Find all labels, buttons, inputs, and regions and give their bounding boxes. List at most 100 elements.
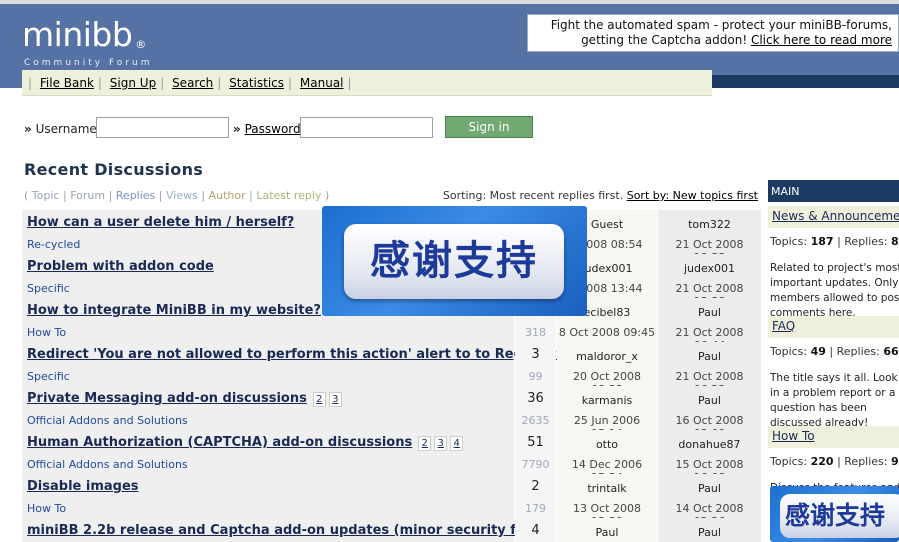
- legend-sep: |: [158, 189, 163, 202]
- column-legend: ( Topic | Forum | Replies | Views | Auth…: [24, 189, 329, 202]
- section-title: Recent Discussions: [24, 160, 204, 179]
- latest-reply-author: tom322: [688, 218, 731, 231]
- page-link[interactable]: 4: [450, 436, 464, 451]
- topic-cell: Disable images How To: [22, 474, 514, 518]
- sign-in-button[interactable]: Sign in: [445, 116, 533, 138]
- page-link[interactable]: 3: [434, 436, 448, 451]
- page-link[interactable]: 2: [312, 392, 326, 407]
- legend-latest-reply: Latest reply: [256, 189, 322, 202]
- site-header: minibb ® Community Forum Fight the automa…: [0, 4, 899, 71]
- latest-reply-cell: Paul14 Oct 2008 02:26: [658, 474, 761, 528]
- sidebar-forum-faq-link[interactable]: FAQ: [772, 319, 795, 333]
- stats-replies-label: Replies:: [844, 235, 888, 248]
- nav-statistics[interactable]: Statistics: [229, 76, 284, 90]
- view-count: 99: [528, 370, 543, 383]
- legend-author: Author: [208, 189, 246, 202]
- site-logo[interactable]: minibb ®: [22, 15, 146, 55]
- sidebar-forum-howto-link[interactable]: How To: [772, 429, 815, 443]
- topic-author: Paul: [595, 526, 619, 539]
- nav-separator: |: [97, 76, 102, 90]
- topic-forum: How To: [27, 502, 67, 515]
- reply-count: 2: [531, 479, 540, 494]
- logo-text: minibb: [22, 15, 133, 54]
- topic-title-link[interactable]: Redirect 'You are not allowed to perform…: [27, 347, 585, 362]
- latest-reply-cell: tom32221 Oct 2008 18:53: [658, 210, 761, 264]
- stats-replies-label: Replies:: [836, 345, 880, 358]
- nav-separator: |: [347, 76, 352, 90]
- topic-title-link[interactable]: Private Messaging add-on discussions: [27, 391, 307, 406]
- page-link[interactable]: 2: [418, 436, 432, 451]
- topic-forum: Specific: [27, 282, 70, 295]
- topic-forum: Official Addons and Solutions: [27, 414, 188, 427]
- nav-search[interactable]: Search: [172, 76, 213, 90]
- stats-replies-count: 892: [891, 235, 899, 248]
- stats-topics-label: Topics:: [770, 455, 808, 468]
- thanks-overlay-badge: 感谢支持: [322, 206, 587, 316]
- sidebar-header: MAIN: [768, 180, 899, 202]
- nav-file-bank[interactable]: File Bank: [40, 76, 94, 90]
- stats-topics-count: 220: [810, 455, 834, 468]
- topic-forum: Official Addons and Solutions: [27, 458, 188, 471]
- topic-title-link[interactable]: How to integrate MiniBB in my website?: [27, 303, 321, 318]
- legend-sep: |: [201, 189, 206, 202]
- nav-manual[interactable]: Manual: [300, 76, 344, 90]
- topic-author: otto: [595, 438, 619, 451]
- sidebar-forum-stats: Topics: 220 | Replies: 922: [770, 455, 899, 468]
- legend-open: (: [24, 189, 29, 202]
- sidebar-forum-item: News & Announcements: [768, 206, 899, 228]
- legend-sep: |: [108, 189, 113, 202]
- latest-reply-author: judex001: [683, 262, 736, 275]
- replies-cell: 36 2635: [515, 386, 556, 430]
- sidebar-forum-desc: The title says it all. Look in a problem…: [770, 372, 898, 429]
- latest-reply-cell: Paul: [658, 518, 761, 542]
- sidebar-forum-news-link[interactable]: News & Announcements: [772, 209, 899, 223]
- nav-separator: |: [160, 76, 165, 90]
- sort-new-topics-link[interactable]: Sort by: New topics first: [627, 189, 758, 202]
- reply-count: 36: [527, 391, 544, 406]
- sidebar-forum-desc: Related to project's most important upda…: [770, 262, 899, 319]
- stats-topics-label: Topics:: [770, 235, 808, 248]
- topic-pages: 234: [418, 436, 466, 451]
- promo-line-2: getting the Captcha addon! Click here to…: [528, 33, 892, 48]
- topic-title-link[interactable]: How can a user delete him / herself?: [27, 215, 294, 230]
- password-label-link[interactable]: Password: [245, 122, 301, 136]
- topic-forum: Specific: [27, 370, 70, 383]
- password-input[interactable]: [300, 117, 433, 138]
- bullet-icon: »: [24, 122, 32, 136]
- replies-cell: 2 179: [515, 474, 556, 518]
- stats-topics-count: 49: [810, 345, 826, 358]
- stats-replies-label: Replies:: [844, 455, 888, 468]
- topic-author: trintalk: [587, 482, 627, 495]
- sorting-text: Sorting: Most recent replies first.: [442, 189, 624, 202]
- page-link[interactable]: 3: [328, 392, 342, 407]
- legend-close: ): [324, 189, 330, 202]
- topic-pages: 23: [312, 392, 345, 407]
- view-count: 179: [525, 502, 546, 515]
- username-input[interactable]: [96, 117, 229, 138]
- legend-views: Views: [166, 189, 198, 202]
- latest-reply-cell: Paul16 Oct 2008 03:09: [658, 386, 761, 440]
- nav-separator: |: [28, 76, 33, 90]
- password-label: » Password: [233, 122, 301, 136]
- topic-title-link[interactable]: miniBB 2.2b release and Captcha add-on u…: [27, 523, 551, 538]
- author-cell: maldoror_x20 Oct 2008 08:23: [557, 342, 657, 396]
- username-label: » Username: [24, 122, 97, 136]
- latest-reply-cell: donahue8715 Oct 2008 16:08: [658, 430, 761, 484]
- latest-reply-cell: Paul21 Oct 2008 06:44: [658, 298, 761, 352]
- nav-sign-up[interactable]: Sign Up: [110, 76, 156, 90]
- reply-count: 3: [531, 347, 540, 362]
- author-cell: Paul: [557, 518, 657, 542]
- sidebar-forum-stats: Topics: 187 | Replies: 892: [770, 235, 899, 248]
- topic-author: maldoror_x: [576, 350, 638, 363]
- topic-title-link[interactable]: Problem with addon code: [27, 259, 214, 274]
- author-cell: otto14 Dec 2006 15:24: [557, 430, 657, 484]
- topic-cell: miniBB 2.2b release and Captcha add-on u…: [22, 518, 551, 542]
- username-label-text: Username: [35, 122, 97, 136]
- topic-title-link[interactable]: Disable images: [27, 479, 139, 494]
- topic-row: Redirect 'You are not allowed to perform…: [22, 342, 761, 396]
- view-count: 318: [525, 326, 546, 339]
- promo-text: getting the Captcha addon!: [581, 33, 748, 47]
- promo-read-more-link[interactable]: Click here to read more: [751, 33, 892, 47]
- topic-title-link[interactable]: Human Authorization (CAPTCHA) add-on dis…: [27, 435, 412, 450]
- topic-cell: Private Messaging add-on discussions 2 3 Of…: [22, 386, 514, 430]
